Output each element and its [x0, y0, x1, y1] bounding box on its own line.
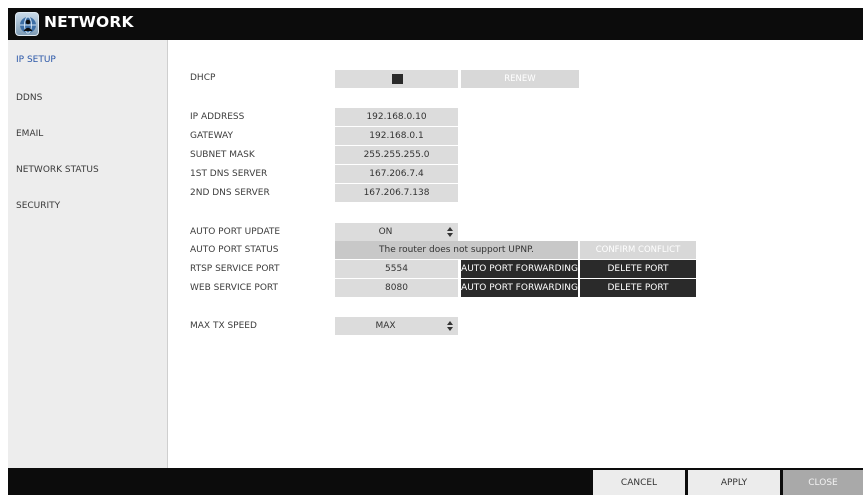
auto-port-update-select[interactable]: ON	[335, 223, 458, 241]
auto-port-update-label: AUTO PORT UPDATE	[190, 227, 281, 237]
subnet-mask-label: SUBNET MASK	[190, 150, 255, 160]
sidebar-item-security[interactable]: SECURITY	[16, 201, 60, 211]
subnet-mask-field[interactable]: 255.255.255.0	[335, 146, 458, 164]
sidebar-item-ddns[interactable]: DDNS	[16, 93, 42, 103]
window-title: NETWORK	[44, 13, 134, 31]
sidebar: IP SETUP DDNS EMAIL NETWORK STATUS SECUR…	[8, 40, 168, 468]
web-port-field[interactable]: 8080	[335, 279, 458, 297]
updown-arrow-icon	[447, 321, 453, 331]
renew-button[interactable]: RENEW	[461, 70, 579, 88]
dhcp-label: DHCP	[190, 73, 216, 83]
web-delete-port-button[interactable]: DELETE PORT	[580, 279, 696, 297]
dns1-label: 1ST DNS SERVER	[190, 169, 268, 179]
cancel-button[interactable]: CANCEL	[593, 470, 685, 495]
dhcp-checkbox-mark	[392, 74, 403, 84]
rtsp-delete-port-button[interactable]: DELETE PORT	[580, 260, 696, 278]
auto-port-status-field: The router does not support UPNP.	[335, 241, 578, 259]
ip-address-field[interactable]: 192.168.0.10	[335, 108, 458, 126]
sidebar-item-ip-setup[interactable]: IP SETUP	[16, 55, 56, 65]
auto-port-update-value: ON	[378, 227, 393, 237]
sidebar-item-email[interactable]: EMAIL	[16, 129, 43, 139]
dns2-field[interactable]: 167.206.7.138	[335, 184, 458, 202]
gateway-field[interactable]: 192.168.0.1	[335, 127, 458, 145]
network-globe-icon	[15, 12, 39, 36]
close-button[interactable]: CLOSE	[783, 470, 863, 495]
ip-address-label: IP ADDRESS	[190, 112, 245, 122]
dns1-field[interactable]: 167.206.7.4	[335, 165, 458, 183]
apply-button[interactable]: APPLY	[688, 470, 780, 495]
web-auto-port-forwarding-button[interactable]: AUTO PORT FORWARDING	[461, 279, 578, 297]
max-tx-speed-label: MAX TX SPEED	[190, 321, 257, 331]
rtsp-port-field[interactable]: 5554	[335, 260, 458, 278]
sidebar-item-network-status[interactable]: NETWORK STATUS	[16, 165, 99, 175]
title-bar: NETWORK	[8, 8, 863, 40]
confirm-conflict-button[interactable]: CONFIRM CONFLICT	[580, 241, 696, 259]
max-tx-speed-select[interactable]: MAX	[335, 317, 458, 335]
updown-arrow-icon	[447, 227, 453, 237]
dns2-label: 2ND DNS SERVER	[190, 188, 270, 198]
rtsp-auto-port-forwarding-button[interactable]: AUTO PORT FORWARDING	[461, 260, 578, 278]
rtsp-port-label: RTSP SERVICE PORT	[190, 264, 280, 274]
web-port-label: WEB SERVICE PORT	[190, 283, 279, 293]
gateway-label: GATEWAY	[190, 131, 233, 141]
dhcp-checkbox[interactable]	[335, 70, 458, 88]
max-tx-speed-value: MAX	[375, 321, 396, 331]
auto-port-status-label: AUTO PORT STATUS	[190, 245, 279, 255]
